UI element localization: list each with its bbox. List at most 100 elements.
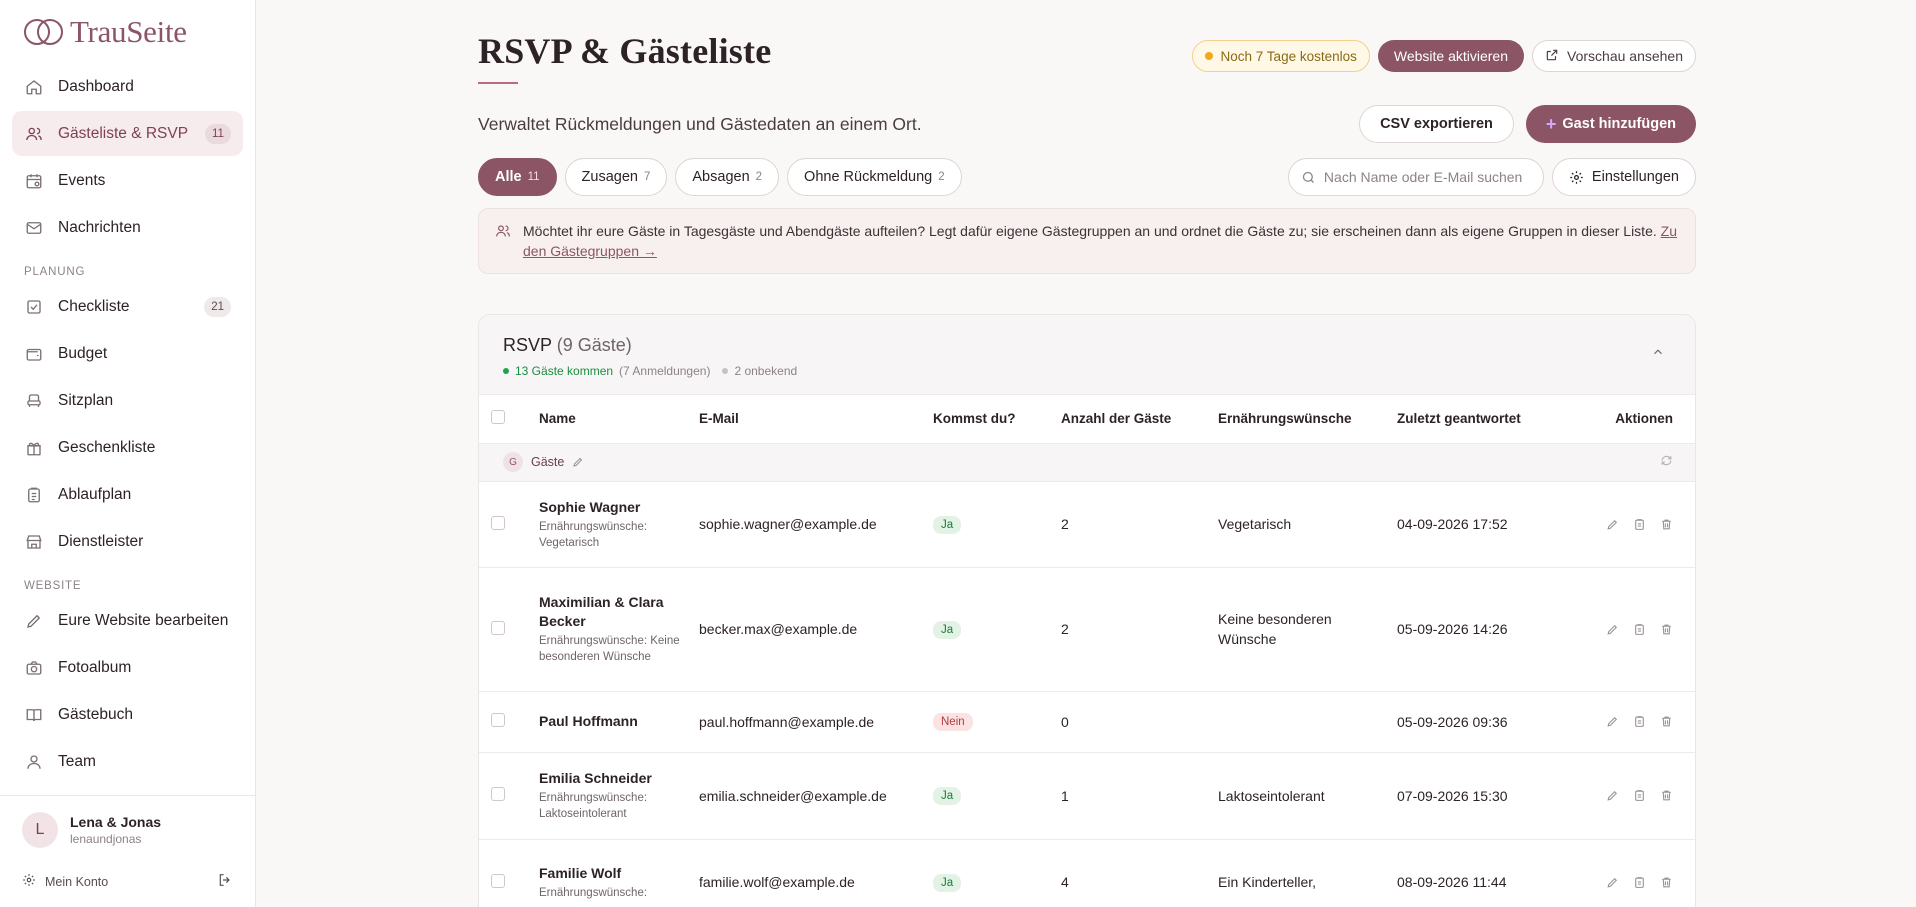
clipboard-icon[interactable] [1633, 518, 1646, 531]
clipboard-icon[interactable] [1633, 623, 1646, 636]
sidebar-item-registry[interactable]: Geschenkliste [12, 425, 243, 470]
rsvp-card: RSVP (9 Gäste) 13 Gäste kommen (7 Anmeld… [478, 314, 1696, 907]
users-icon [495, 223, 511, 261]
sidebar-item-photo-album[interactable]: Fotoalbum [12, 645, 243, 690]
guest-diet-note: Ernährungswünsche: Vegetarisch [539, 520, 648, 549]
sidebar-item-seating[interactable]: Sitzplan [12, 378, 243, 423]
sidebar-item-checklist[interactable]: Checkliste 21 [12, 284, 243, 329]
preview-button[interactable]: Vorschau ansehen [1532, 40, 1696, 72]
sidebar-item-label: Budget [58, 344, 108, 362]
tab-label: Ohne Rückmeldung [804, 169, 933, 185]
clipboard-icon[interactable] [1633, 876, 1646, 889]
chevron-up-icon[interactable] [1651, 345, 1665, 364]
trash-icon[interactable] [1660, 518, 1673, 531]
rsvp-header[interactable]: RSVP (9 Gäste) 13 Gäste kommen (7 Anmeld… [479, 315, 1695, 395]
row-checkbox[interactable] [491, 787, 505, 801]
guest-name: Paul Hoffmann [539, 713, 638, 729]
tab-accepted[interactable]: Zusagen 7 [564, 158, 668, 196]
gift-icon [24, 438, 44, 458]
sidebar-item-edit-website[interactable]: Eure Website bearbeiten [12, 598, 243, 643]
tab-declined[interactable]: Absagen 2 [675, 158, 780, 196]
clipboard-icon[interactable] [1633, 715, 1646, 728]
csv-export-button[interactable]: CSV exportieren [1359, 105, 1514, 143]
table-row[interactable]: Sophie Wagner Ernährungswünsche: Vegetari… [479, 481, 1695, 568]
edit-icon[interactable] [1606, 715, 1619, 728]
sidebar-item-vendors[interactable]: Dienstleister [12, 519, 243, 564]
edit-icon[interactable] [1606, 876, 1619, 889]
sidebar-item-schedule[interactable]: Ablaufplan [12, 472, 243, 517]
sidebar-item-dashboard[interactable]: Dashboard [12, 64, 243, 109]
rsvp-title-text: RSVP [503, 335, 552, 355]
last-reply: 05-09-2026 09:36 [1389, 691, 1569, 753]
rsvp-status-badge: Ja [933, 515, 962, 534]
guest-email: familie.wolf@example.de [691, 839, 925, 907]
trash-icon[interactable] [1660, 789, 1673, 802]
sidebar-item-label: Checkliste [58, 297, 130, 315]
tab-no-response[interactable]: Ohne Rückmeldung 2 [787, 158, 962, 196]
group-name: Gäste [531, 455, 565, 469]
unknown-count: 2 onbekend [734, 364, 798, 378]
sidebar-item-label: Geschenkliste [58, 438, 156, 456]
guest-name: Maximilian & Clara Becker [539, 594, 664, 629]
settings-label: Einstellungen [1591, 169, 1679, 185]
refresh-icon[interactable] [1660, 454, 1673, 467]
section-label-website: WEBSITE [24, 580, 82, 592]
sidebar-item-budget[interactable]: Budget [12, 331, 243, 376]
edit-icon[interactable] [1606, 789, 1619, 802]
guest-count: 2 [1053, 567, 1210, 692]
settings-button[interactable]: Einstellungen [1551, 158, 1696, 196]
col-guest-count[interactable]: Anzahl der Gäste [1053, 395, 1210, 444]
row-checkbox[interactable] [491, 515, 505, 530]
group-row: G Gäste [479, 443, 1695, 482]
pencil-icon[interactable] [572, 456, 584, 468]
table-row[interactable]: Emilia Schneider Ernährungswünsche: Lakto… [479, 752, 1695, 840]
col-last-reply[interactable]: Zuletzt geantwortet [1389, 395, 1569, 444]
sidebar-item-messages[interactable]: Nachrichten [12, 205, 243, 250]
group-tag: G Gäste [503, 452, 1561, 472]
col-diet[interactable]: Ernährungswünsche [1210, 395, 1389, 444]
user-name: Lena & Jonas [70, 814, 162, 830]
nav-count-badge: 21 [204, 296, 231, 317]
trash-icon[interactable] [1660, 876, 1673, 889]
section-label-planung: PLANUNG [24, 266, 86, 278]
row-checkbox[interactable] [491, 620, 505, 635]
col-name[interactable]: Name [531, 395, 691, 444]
app-logo[interactable]: TrauSeite [0, 0, 255, 64]
add-guest-button[interactable]: + Gast hinzufügen [1525, 105, 1696, 143]
col-rsvp[interactable]: Kommst du? [925, 395, 1053, 444]
rsvp-status-badge: Ja [933, 620, 962, 639]
sidebar-item-label: Events [58, 171, 106, 189]
sidebar-item-guestlist[interactable]: Gästeliste & RSVP 11 [12, 111, 243, 156]
guest-email: emilia.schneider@example.de [691, 752, 925, 840]
main-content: RSVP & Gästeliste Noch 7 Tage kostenlos … [256, 0, 1916, 907]
sidebar-item-team[interactable]: Team [12, 739, 243, 784]
clipboard-icon[interactable] [1633, 789, 1646, 802]
trial-text: Noch 7 Tage kostenlos [1220, 48, 1357, 64]
sidebar-item-events[interactable]: Events [12, 158, 243, 203]
edit-icon[interactable] [1606, 623, 1619, 636]
table-row[interactable]: Familie Wolf Ernährungswünsche: familie.w… [479, 839, 1695, 907]
sidebar-item-guestbook[interactable]: Gästebuch [12, 692, 243, 737]
table-row[interactable]: Maximilian & Clara Becker Ernährungswünsc… [479, 567, 1695, 692]
activate-website-button[interactable]: Website aktivieren [1377, 40, 1525, 72]
row-checkbox[interactable] [491, 713, 505, 727]
my-account-link[interactable]: Mein Konto [22, 873, 108, 890]
logout-icon[interactable] [217, 872, 233, 891]
sidebar-footer: L Lena & Jonas lenaundjonas Mein Konto [0, 795, 255, 907]
nav-count-badge: 11 [205, 123, 231, 144]
search-input[interactable] [1323, 169, 1524, 185]
col-email[interactable]: E-Mail [691, 395, 925, 444]
tab-all[interactable]: Alle 11 [478, 158, 557, 196]
edit-icon[interactable] [1606, 518, 1619, 531]
trash-icon[interactable] [1660, 715, 1673, 728]
guest-diet-note: Ernährungswünsche: Laktoseintolerant [539, 792, 648, 820]
tab-count: 7 [643, 171, 651, 183]
gear-icon [1569, 170, 1584, 185]
select-all-checkbox[interactable] [491, 410, 505, 425]
trash-icon[interactable] [1660, 623, 1673, 636]
table-row[interactable]: Paul Hoffmann paul.hoffmann@example.de N… [479, 691, 1695, 753]
user-profile[interactable]: L Lena & Jonas lenaundjonas [22, 812, 233, 848]
green-dot-icon [503, 368, 509, 374]
row-checkbox[interactable] [491, 873, 505, 888]
rsvp-title: RSVP (9 Gäste) [503, 335, 1671, 356]
